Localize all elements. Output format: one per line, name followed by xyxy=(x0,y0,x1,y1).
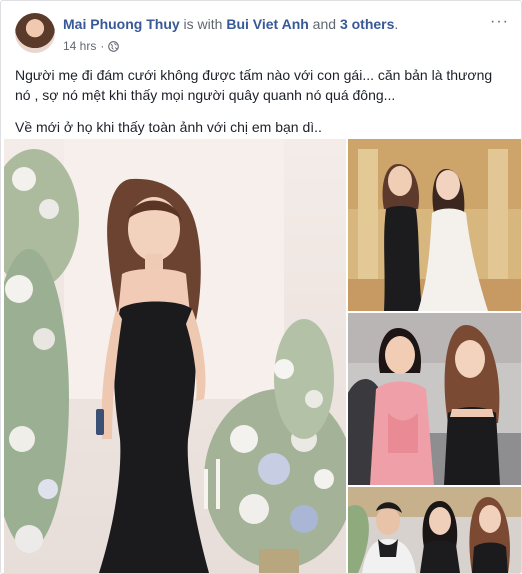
post-timestamp[interactable]: 14 hrs xyxy=(63,39,96,53)
others-link[interactable]: 3 others xyxy=(340,16,394,32)
post-meta: 14 hrs · xyxy=(63,39,120,53)
and-text: and xyxy=(308,16,340,32)
photo-right-1[interactable] xyxy=(348,139,521,311)
with-text: is with xyxy=(179,16,227,32)
post-text-line-2: Về mới ở họ khi thấy toàn ảnh với chị em… xyxy=(15,119,322,135)
post-header: Mai Phuong Thuy is with Bui Viet Anh and… xyxy=(63,16,398,32)
period-text: . xyxy=(394,16,399,32)
photo-right-2[interactable] xyxy=(348,313,521,485)
photo-main[interactable] xyxy=(4,139,346,573)
post-text-line-1: Người mẹ đi đám cưới không được tấm nào … xyxy=(15,67,493,103)
facebook-post: Mai Phuong Thuy is with Bui Viet Anh and… xyxy=(0,0,522,574)
more-options-icon[interactable]: ··· xyxy=(490,13,509,31)
author-avatar[interactable] xyxy=(15,13,55,53)
photo-right-3[interactable] xyxy=(348,487,521,573)
globe-icon[interactable] xyxy=(108,40,120,52)
meta-separator: · xyxy=(100,39,105,53)
author-name-link[interactable]: Mai Phuong Thuy xyxy=(63,16,180,32)
post-text: Người mẹ đi đám cưới không được tấm nào … xyxy=(15,65,509,149)
tagged-user-link[interactable]: Bui Viet Anh xyxy=(226,16,308,32)
